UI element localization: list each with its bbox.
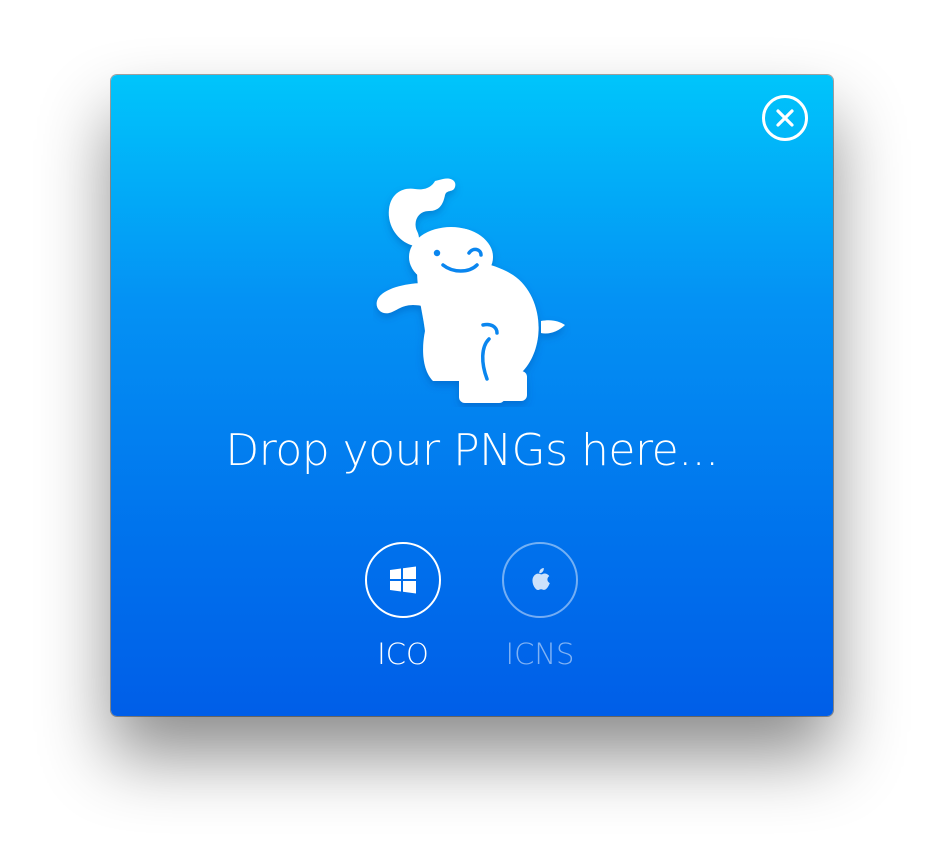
format-ico-label: ICO	[377, 637, 429, 671]
drop-prompt: Drop your PNGs here...	[225, 425, 719, 476]
format-icns-ring[interactable]	[502, 542, 578, 618]
elephant-icon	[376, 178, 565, 403]
app-window[interactable]: Drop your PNGs here... ICO ICNS	[111, 75, 833, 716]
format-ico-button[interactable]: ICO	[343, 542, 463, 672]
format-icns-label: ICNS	[505, 637, 575, 671]
windows-logo-icon	[390, 566, 416, 594]
stage: Drop your PNGs here... ICO ICNS	[0, 0, 944, 864]
close-icon	[776, 109, 794, 127]
format-ico-ring[interactable]	[365, 542, 441, 618]
format-icns-button[interactable]: ICNS	[480, 542, 600, 672]
apple-logo-icon	[532, 567, 550, 590]
close-button[interactable]	[762, 95, 808, 141]
